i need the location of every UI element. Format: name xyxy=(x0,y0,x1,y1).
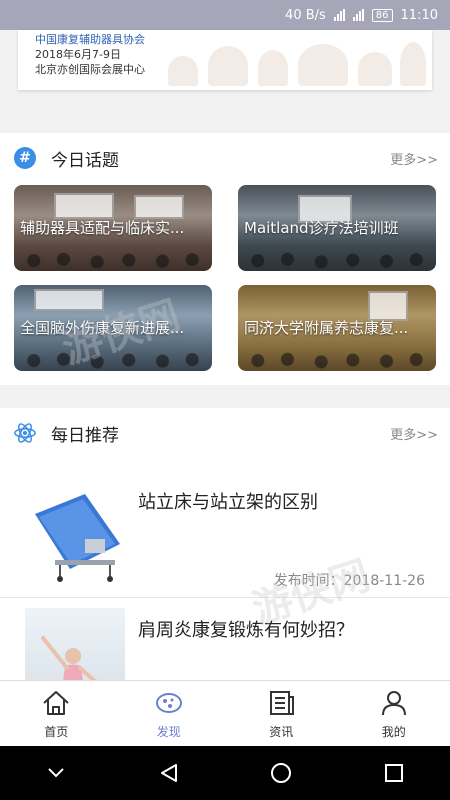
banner-text: 中国康复辅助器具协会 2018年6月7-9日 北京亦创国际会展中心 xyxy=(35,32,145,77)
topics-section: # 今日话题 更多>> 辅助器具适配与临床实... Maitland诊疗法培训班… xyxy=(0,133,450,385)
hide-keyboard-icon[interactable] xyxy=(36,753,76,793)
network-speed: 40 B/s xyxy=(285,7,326,23)
recents-icon[interactable] xyxy=(374,753,414,793)
back-icon[interactable] xyxy=(149,753,189,793)
daily-more-link[interactable]: 更多>> xyxy=(390,424,438,443)
signal-icon-2 xyxy=(352,9,364,21)
topic-label: 全国脑外伤康复新进展... xyxy=(20,319,185,337)
home-button-icon[interactable] xyxy=(261,753,301,793)
daily-section: 每日推荐 更多>> 站立床与站立架的区别 发布时间：2018-11-26 肩周炎… xyxy=(0,408,450,680)
article-thumbnail xyxy=(25,484,125,584)
article-thumbnail xyxy=(25,608,125,680)
nav-label: 资讯 xyxy=(269,725,294,739)
bottom-nav: 首页 发现 资讯 我的 xyxy=(0,680,450,746)
signal-icon xyxy=(333,9,345,21)
atom-icon xyxy=(13,421,37,445)
discover-icon xyxy=(153,689,185,717)
banner-date: 2018年6月7-9日 xyxy=(35,48,121,61)
topic-tile-4[interactable]: 同济大学附属养志康复... xyxy=(238,285,436,371)
topic-tile-3[interactable]: 全国脑外伤康复新进展... xyxy=(14,285,212,371)
article-item[interactable]: 站立床与站立架的区别 发布时间：2018-11-26 xyxy=(0,458,450,598)
nav-profile[interactable]: 我的 xyxy=(338,681,450,746)
battery-icon: 86 xyxy=(371,8,393,22)
event-banner[interactable]: 中国康复辅助器具协会 2018年6月7-9日 北京亦创国际会展中心 xyxy=(18,30,432,90)
topics-more-link[interactable]: 更多>> xyxy=(390,149,438,168)
article-item[interactable]: 肩周炎康复锻炼有何妙招？ xyxy=(0,598,450,680)
topic-label: Maitland诊疗法培训班 xyxy=(244,219,399,237)
topic-label: 同济大学附属养志康复... xyxy=(244,319,409,337)
system-nav-bar xyxy=(0,746,450,800)
nav-label: 首页 xyxy=(44,725,69,739)
nav-news[interactable]: 资讯 xyxy=(225,681,338,746)
nav-home[interactable]: 首页 xyxy=(0,681,113,746)
hash-icon: # xyxy=(13,146,37,170)
daily-header: 每日推荐 更多>> xyxy=(0,408,450,458)
banner-org: 中国康复辅助器具协会 xyxy=(35,33,145,46)
banner-illustration xyxy=(168,36,428,86)
article-publish-time: 发布时间：2018-11-26 xyxy=(273,573,425,589)
topic-tile-1[interactable]: 辅助器具适配与临床实... xyxy=(14,185,212,271)
article-title: 站立床与站立架的区别 xyxy=(138,492,318,513)
nav-discover[interactable]: 发现 xyxy=(113,681,226,746)
topic-label: 辅助器具适配与临床实... xyxy=(20,219,185,237)
topic-tile-2[interactable]: Maitland诊疗法培训班 xyxy=(238,185,436,271)
clock: 11:10 xyxy=(400,7,438,23)
profile-icon xyxy=(378,689,410,717)
article-title: 肩周炎康复锻炼有何妙招？ xyxy=(138,620,354,641)
home-icon xyxy=(40,689,72,717)
news-icon xyxy=(265,689,297,717)
topics-header: # 今日话题 更多>> xyxy=(0,133,450,183)
nav-label: 我的 xyxy=(381,725,406,739)
daily-title: 每日推荐 xyxy=(51,425,119,446)
topics-title: 今日话题 xyxy=(51,150,119,171)
status-bar: 40 B/s 86 11:10 xyxy=(0,0,450,30)
banner-venue: 北京亦创国际会展中心 xyxy=(35,63,145,76)
nav-label: 发现 xyxy=(156,725,181,739)
